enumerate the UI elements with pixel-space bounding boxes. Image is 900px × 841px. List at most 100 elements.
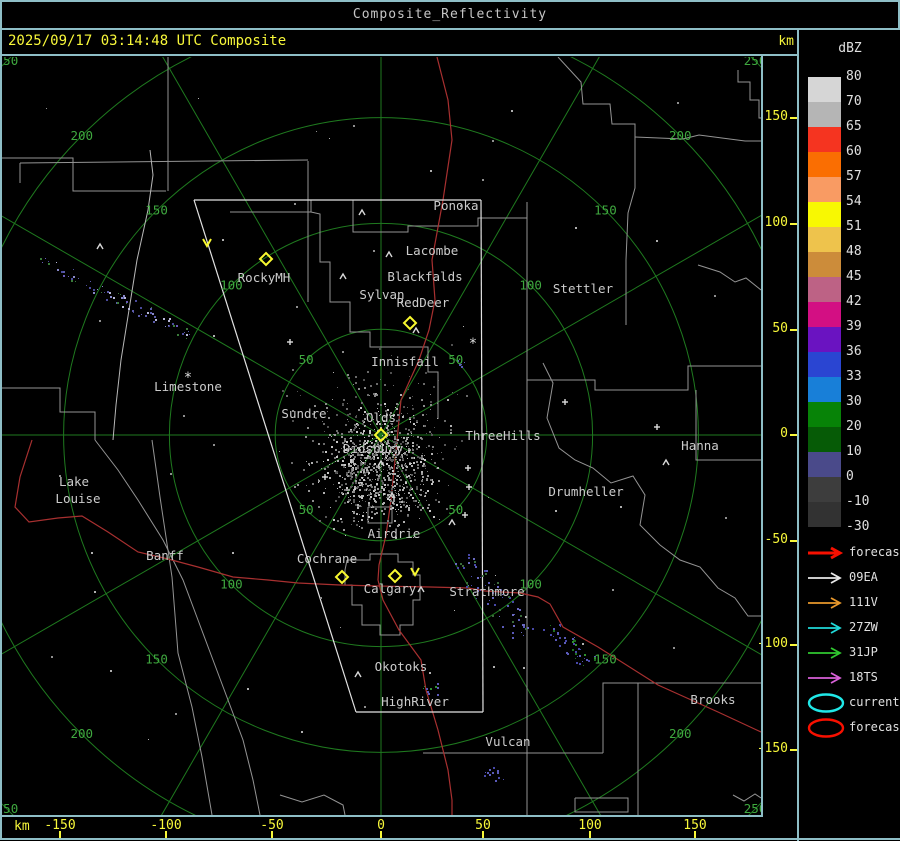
echo-pixel bbox=[377, 492, 379, 494]
echo-pixel bbox=[383, 469, 384, 470]
echo-pixel bbox=[331, 453, 333, 455]
echo-pixel bbox=[213, 335, 215, 337]
echo-pixel bbox=[399, 432, 401, 434]
echo-pixel bbox=[305, 436, 307, 438]
echo-pixel bbox=[356, 524, 358, 526]
echo-pixel bbox=[361, 506, 362, 507]
dbz-scale-label: 60 bbox=[846, 144, 862, 159]
echo-pixel bbox=[415, 505, 416, 506]
dbz-color-swatch bbox=[808, 277, 841, 302]
echo-pixel bbox=[366, 467, 368, 469]
echo-pixel bbox=[388, 479, 390, 481]
echo-pixel bbox=[422, 453, 423, 454]
echo-pixel bbox=[99, 320, 101, 322]
echo-pixel bbox=[368, 435, 370, 437]
echo-pixel bbox=[427, 471, 428, 472]
echo-pixel bbox=[525, 628, 527, 630]
echo-pixel bbox=[327, 411, 328, 412]
echo-pixel bbox=[357, 424, 359, 426]
echo-pixel bbox=[369, 498, 371, 500]
echo-pixel bbox=[365, 460, 366, 461]
echo-pixel bbox=[374, 489, 376, 491]
echo-pixel bbox=[457, 567, 459, 569]
echo-pixel bbox=[360, 432, 362, 434]
echo-pixel bbox=[413, 428, 415, 430]
echo-pixel bbox=[308, 490, 310, 492]
echo-pixel bbox=[390, 500, 392, 502]
echo-pixel bbox=[189, 334, 190, 335]
radar-site-diamond-icon bbox=[334, 569, 350, 585]
echo-pixel bbox=[379, 497, 381, 499]
echo-pixel bbox=[420, 489, 422, 491]
echo-pixel bbox=[402, 489, 404, 491]
echo-pixel bbox=[365, 501, 366, 502]
echo-pixel bbox=[344, 439, 345, 440]
echo-pixel bbox=[487, 772, 489, 774]
echo-pixel bbox=[417, 436, 419, 438]
echo-pixel bbox=[399, 489, 401, 491]
echo-pixel bbox=[427, 507, 429, 509]
echo-pixel bbox=[370, 486, 371, 487]
echo-pixel bbox=[324, 468, 326, 470]
echo-pixel bbox=[492, 772, 494, 774]
echo-pixel bbox=[441, 452, 442, 453]
echo-pixel bbox=[369, 432, 371, 434]
echo-pixel bbox=[402, 467, 404, 469]
echo-pixel bbox=[389, 467, 391, 469]
storm-track-arrow-icon bbox=[806, 542, 846, 564]
echo-pixel bbox=[337, 520, 339, 522]
city-label: Olds bbox=[366, 410, 396, 425]
echo-pixel bbox=[427, 490, 429, 492]
echo-pixel bbox=[132, 310, 134, 312]
echo-pixel bbox=[438, 480, 440, 482]
echo-pixel bbox=[341, 521, 343, 523]
city-label: Didsbury bbox=[343, 441, 404, 456]
echo-pixel bbox=[391, 468, 392, 469]
echo-pixel bbox=[543, 629, 545, 631]
range-ring-label: 150 bbox=[145, 203, 168, 218]
echo-pixel bbox=[396, 482, 397, 483]
echo-pixel bbox=[438, 380, 439, 381]
boundary-line bbox=[112, 149, 154, 441]
echo-pixel bbox=[392, 456, 394, 458]
echo-pixel bbox=[438, 501, 440, 503]
echo-pixel bbox=[120, 294, 121, 295]
echo-pixel bbox=[419, 500, 420, 501]
right-axis-unit-label: km bbox=[778, 34, 794, 49]
echo-pixel bbox=[376, 474, 378, 476]
echo-pixel bbox=[374, 429, 375, 430]
echo-pixel bbox=[349, 475, 351, 477]
echo-pixel bbox=[406, 437, 408, 439]
echo-pixel bbox=[381, 471, 382, 472]
echo-pixel bbox=[324, 431, 325, 432]
echo-pixel bbox=[198, 98, 199, 99]
echo-pixel bbox=[394, 473, 396, 475]
echo-pixel bbox=[175, 713, 177, 715]
echo-pixel bbox=[351, 503, 352, 504]
echo-pixel bbox=[110, 296, 112, 298]
range-spoke bbox=[162, 57, 382, 436]
echo-pixel bbox=[365, 483, 367, 485]
echo-pixel bbox=[421, 399, 423, 401]
echo-pixel bbox=[232, 552, 234, 554]
echo-pixel bbox=[355, 482, 357, 484]
echo-pixel bbox=[368, 502, 370, 504]
dbz-color-swatch bbox=[808, 402, 841, 427]
echo-pixel bbox=[409, 477, 411, 479]
echo-pixel bbox=[384, 458, 386, 460]
echo-pixel bbox=[350, 496, 351, 497]
county-border bbox=[732, 793, 761, 802]
echo-pixel bbox=[294, 203, 296, 205]
echo-pixel bbox=[186, 338, 187, 339]
echo-pixel bbox=[350, 465, 352, 467]
legend-item-label: forecast bbox=[849, 720, 900, 734]
echo-pixel bbox=[399, 477, 400, 478]
echo-pixel bbox=[409, 463, 411, 465]
echo-pixel bbox=[391, 466, 392, 467]
echo-pixel bbox=[368, 466, 370, 468]
echo-pixel bbox=[471, 576, 472, 577]
echo-pixel bbox=[358, 388, 360, 390]
echo-pixel bbox=[413, 500, 415, 502]
echo-pixel bbox=[553, 628, 555, 630]
echo-pixel bbox=[320, 597, 322, 599]
